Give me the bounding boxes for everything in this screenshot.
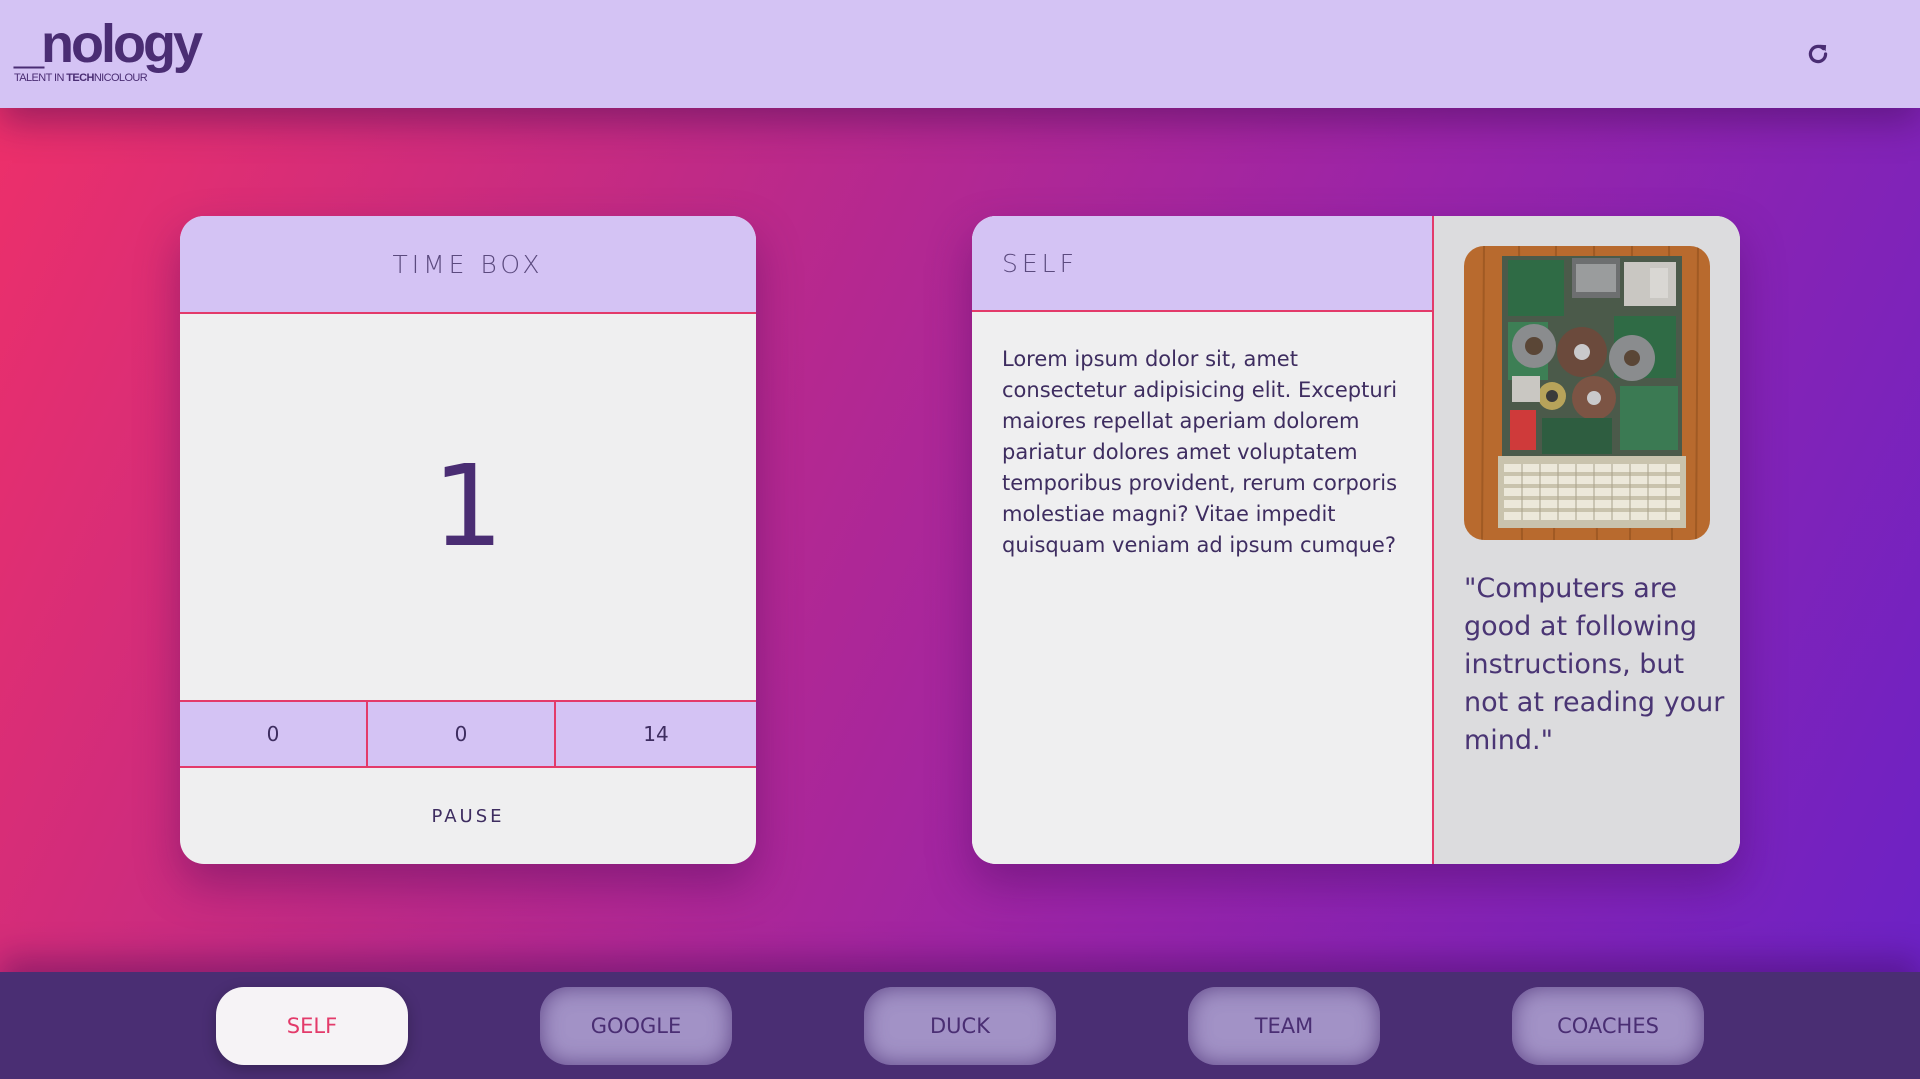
refresh-button[interactable]	[1800, 36, 1836, 72]
computer-parts-image	[1464, 246, 1710, 540]
logo-wordmark: _nology	[14, 14, 203, 74]
timer-display: 1	[432, 442, 504, 572]
self-content-panel: SELF Lorem ipsum dolor sit, amet consect…	[972, 216, 1434, 864]
minutes-input[interactable]: 0	[368, 702, 556, 766]
hours-input[interactable]: 0	[180, 702, 368, 766]
refresh-icon	[1808, 44, 1828, 64]
quote-panel: "Computers are good at following instruc…	[1434, 216, 1740, 864]
self-card: SELF Lorem ipsum dolor sit, amet consect…	[972, 216, 1740, 864]
nology-logo[interactable]: _nology TALENT IN TECHNICOLOUR	[14, 14, 203, 84]
nav-team-button[interactable]: TEAM	[1188, 987, 1380, 1065]
time-input-row: 0 0 14	[180, 700, 756, 768]
app-header: _nology TALENT IN TECHNICOLOUR	[0, 0, 1920, 108]
timebox-card: TIME BOX 1 0 0 14 PAUSE	[180, 216, 756, 864]
seconds-input[interactable]: 14	[556, 702, 756, 766]
bottom-nav: SELF GOOGLE DUCK TEAM COACHES	[0, 972, 1920, 1079]
nav-google-button[interactable]: GOOGLE	[540, 987, 732, 1065]
pause-button[interactable]: PAUSE	[180, 768, 756, 864]
nav-duck-button[interactable]: DUCK	[864, 987, 1056, 1065]
nav-self-button[interactable]: SELF	[216, 987, 408, 1065]
self-title: SELF	[972, 216, 1432, 312]
self-description: Lorem ipsum dolor sit, amet consectetur …	[1002, 347, 1398, 557]
timebox-title: TIME BOX	[180, 216, 756, 314]
quote-text: "Computers are good at following instruc…	[1464, 573, 1725, 756]
nav-coaches-button[interactable]: COACHES	[1512, 987, 1704, 1065]
